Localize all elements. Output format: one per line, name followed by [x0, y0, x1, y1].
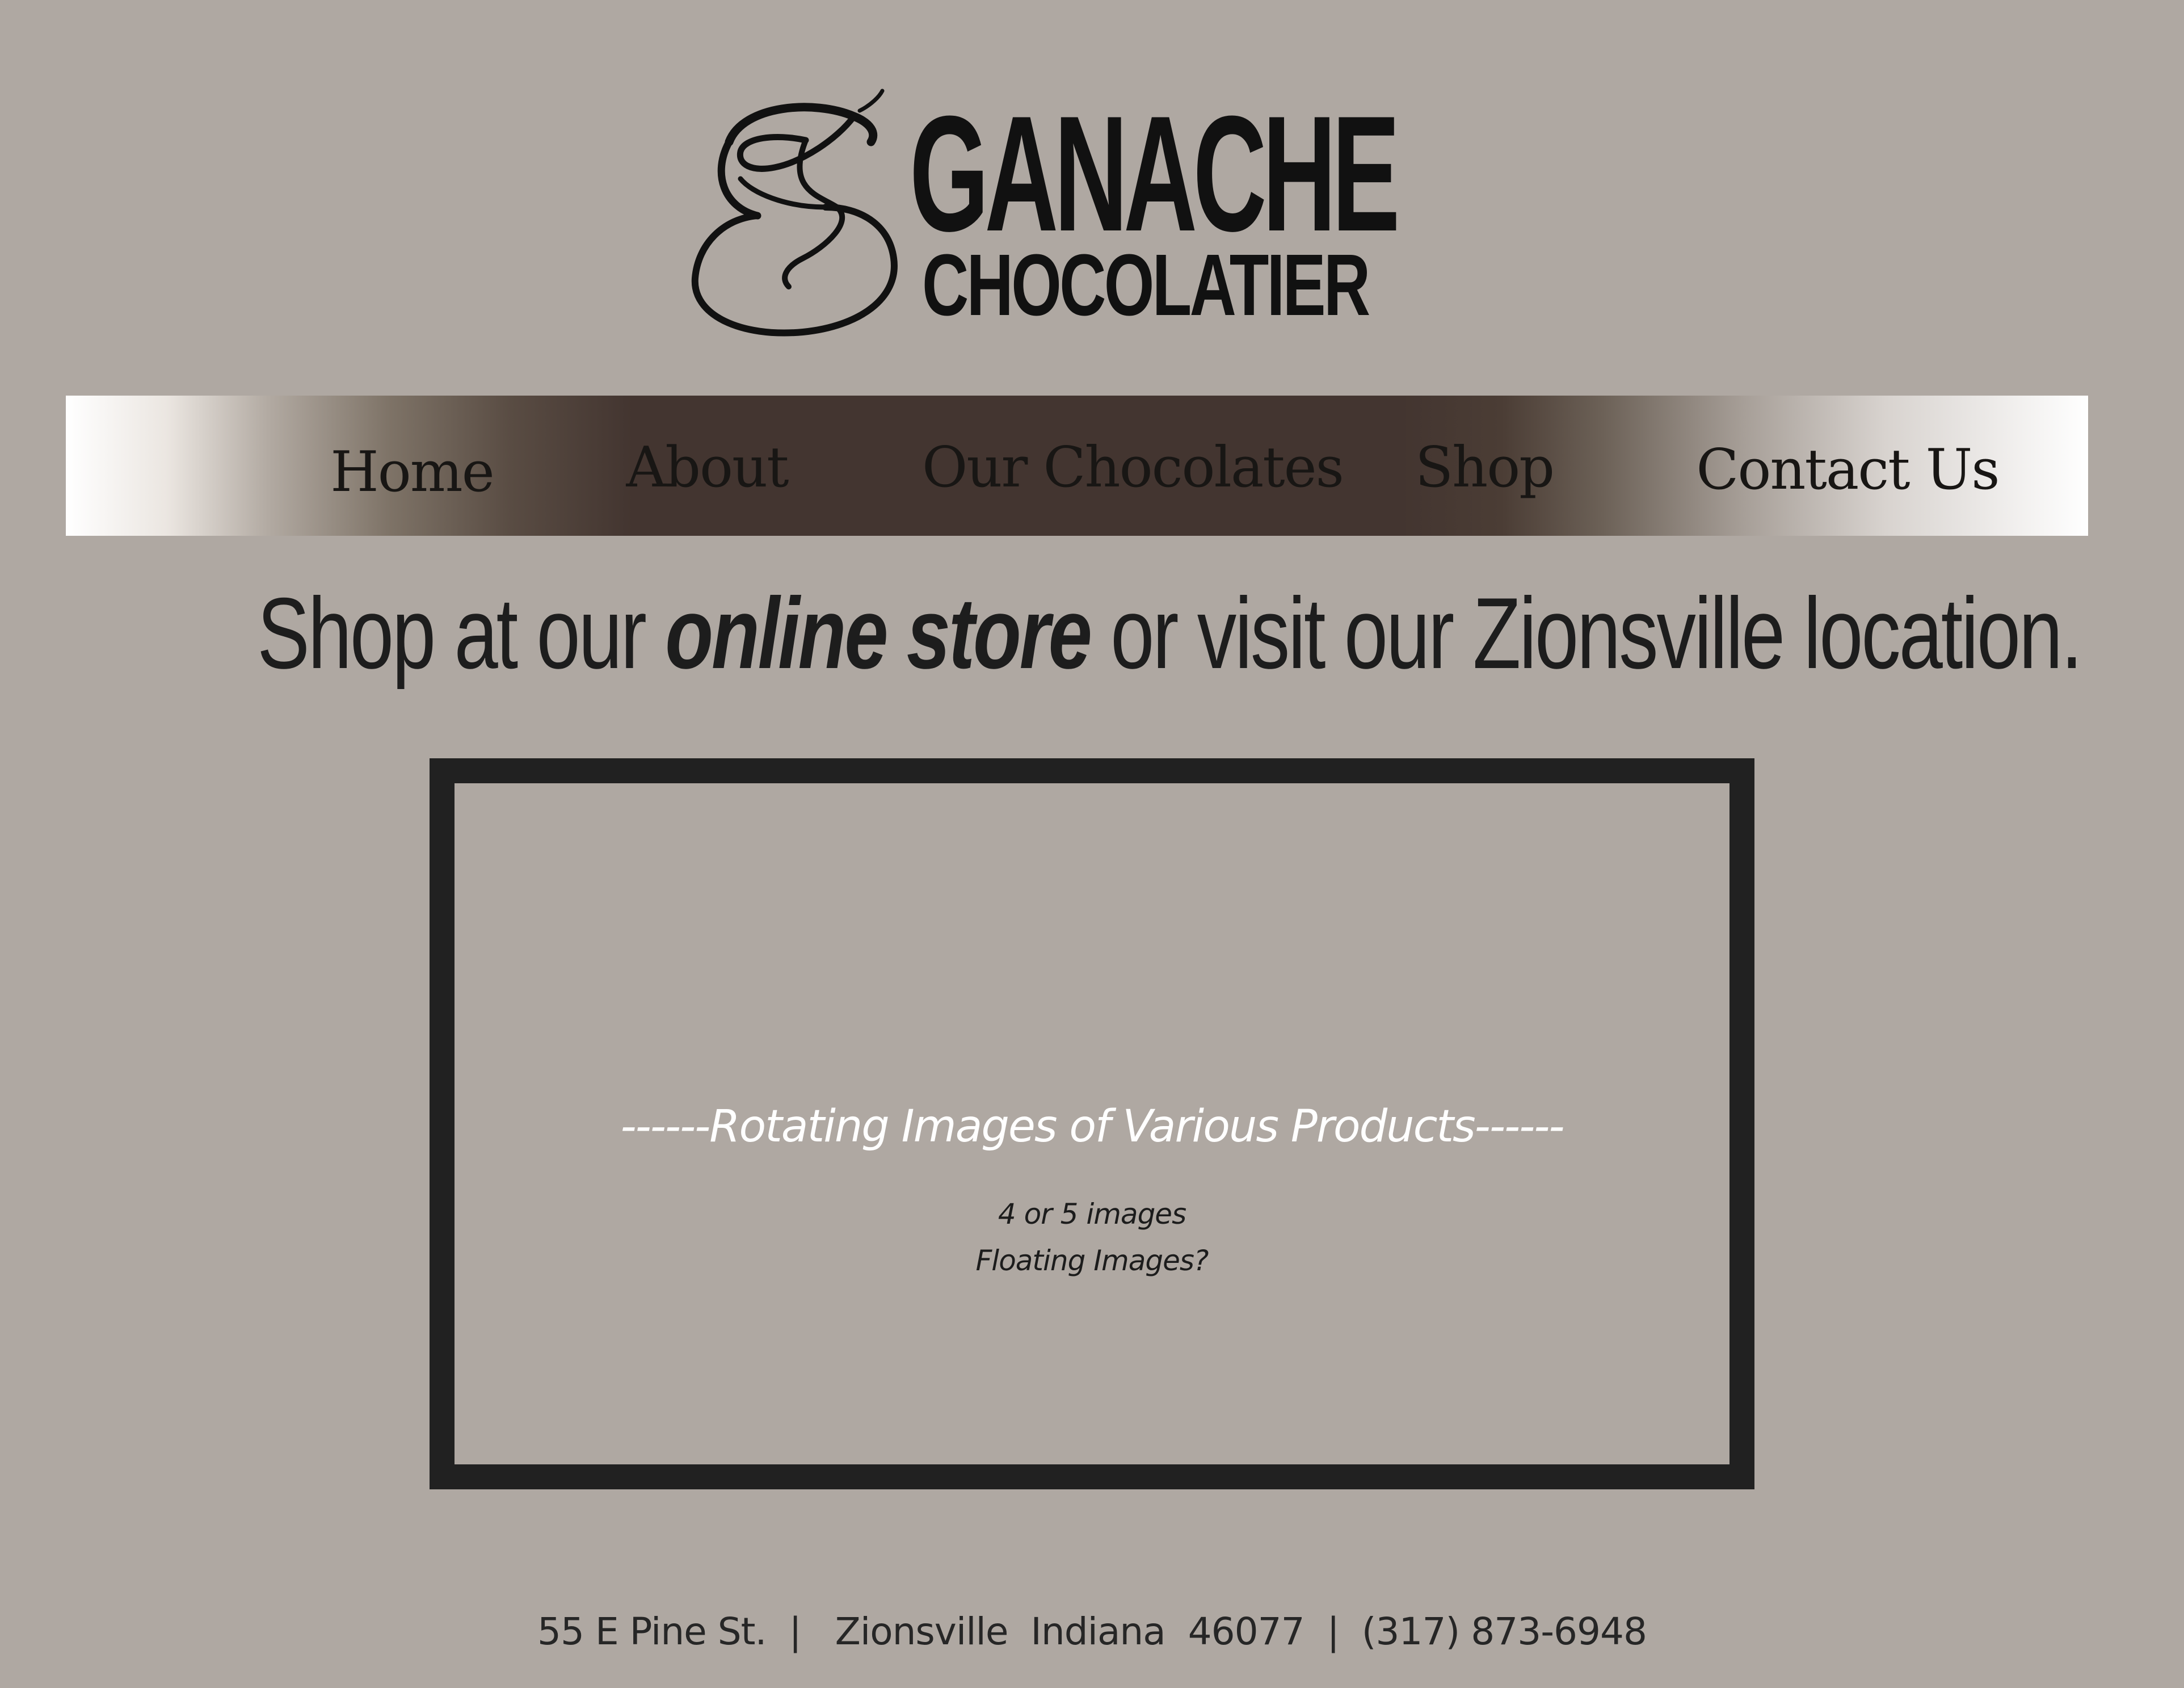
- nav-item-contact-us[interactable]: Contact Us: [1626, 427, 2069, 513]
- footer-separator: |: [766, 1610, 835, 1653]
- slider-placeholder-title: ------Rotating Images of Various Product…: [620, 1101, 1564, 1152]
- footer-address: 55 E Pine St.: [537, 1610, 767, 1653]
- slider-note-floating: Floating Images?: [975, 1244, 1209, 1277]
- nav-item-about[interactable]: About: [571, 425, 843, 510]
- footer-phone[interactable]: (317) 873-6948: [1362, 1610, 1647, 1653]
- online-store-link[interactable]: online store: [665, 577, 1092, 690]
- nav-item-our-chocolates[interactable]: Our Chocolates: [866, 425, 1399, 510]
- tagline-after: or visit our Zionsville location.: [1090, 577, 2082, 690]
- footer-city-state-zip: Zionsville Indiana 46077: [835, 1610, 1305, 1653]
- slider-note-count: 4 or 5 images: [998, 1198, 1186, 1231]
- main-navigation: Home About Our Chocolates Shop Contact U…: [66, 396, 2088, 536]
- logo-title: GANACHE: [910, 82, 1400, 266]
- script-g-monogram-icon: [691, 89, 898, 337]
- footer-separator: |: [1304, 1610, 1362, 1653]
- nav-item-home[interactable]: Home: [287, 430, 537, 515]
- tagline-before: Shop at our: [257, 577, 666, 690]
- site-logo[interactable]: GANACHE CHOCOLATIER: [689, 88, 1461, 338]
- logo-subtitle: CHOCOLATIER: [922, 236, 1370, 334]
- nav-item-shop[interactable]: Shop: [1360, 425, 1609, 510]
- footer-contact-info: 55 E Pine St. | Zionsville Indiana 46077…: [0, 1610, 2184, 1653]
- product-image-slider[interactable]: ------Rotating Images of Various Product…: [430, 758, 1754, 1489]
- tagline: Shop at our online store or visit our Zi…: [0, 578, 2184, 689]
